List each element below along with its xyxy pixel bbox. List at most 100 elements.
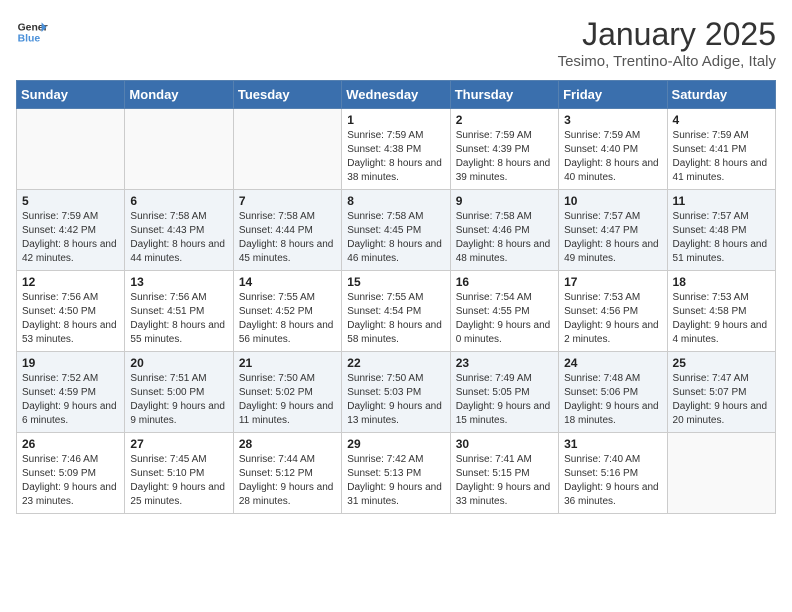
calendar-cell: 19 Sunrise: 7:52 AM Sunset: 4:59 PM Dayli… xyxy=(17,352,125,433)
calendar-cell: 10 Sunrise: 7:57 AM Sunset: 4:47 PM Dayli… xyxy=(559,190,667,271)
calendar-cell: 23 Sunrise: 7:49 AM Sunset: 5:05 PM Dayli… xyxy=(450,352,558,433)
day-info: Sunrise: 7:57 AM Sunset: 4:47 PM Dayligh… xyxy=(564,210,661,266)
day-info: Sunrise: 7:54 AM Sunset: 4:55 PM Dayligh… xyxy=(456,291,553,347)
day-info: Sunrise: 7:55 AM Sunset: 4:52 PM Dayligh… xyxy=(239,291,336,347)
week-row-3: 12 Sunrise: 7:56 AM Sunset: 4:50 PM Dayli… xyxy=(17,271,776,352)
calendar-cell: 24 Sunrise: 7:48 AM Sunset: 5:06 PM Dayli… xyxy=(559,352,667,433)
day-info: Sunrise: 7:53 AM Sunset: 4:58 PM Dayligh… xyxy=(673,291,770,347)
calendar-cell: 6Sunrise: 7:58 AM Sunset: 4:43 PM Daylig… xyxy=(125,190,233,271)
day-number: 15 xyxy=(347,275,444,289)
day-number: 21 xyxy=(239,356,336,370)
calendar-cell xyxy=(125,109,233,190)
calendar-cell: 22 Sunrise: 7:50 AM Sunset: 5:03 PM Dayli… xyxy=(342,352,450,433)
day-number: 24 xyxy=(564,356,661,370)
day-number: 4 xyxy=(673,113,770,127)
day-number: 11 xyxy=(673,194,770,208)
calendar-cell: 7 Sunrise: 7:58 AM Sunset: 4:44 PM Daylig… xyxy=(233,190,341,271)
day-info: Sunrise: 7:58 AM Sunset: 4:45 PM Dayligh… xyxy=(347,210,444,266)
day-number: 16 xyxy=(456,275,553,289)
day-info: Sunrise: 7:46 AM Sunset: 5:09 PM Dayligh… xyxy=(22,453,119,509)
day-info: Sunrise: 7:45 AM Sunset: 5:10 PM Dayligh… xyxy=(130,453,227,509)
calendar-cell: 4Sunrise: 7:59 AM Sunset: 4:41 PM Daylig… xyxy=(667,109,775,190)
calendar-cell: 12 Sunrise: 7:56 AM Sunset: 4:50 PM Dayli… xyxy=(17,271,125,352)
weekday-header-monday: Monday xyxy=(125,81,233,109)
day-number: 9 xyxy=(456,194,553,208)
calendar-cell: 28 Sunrise: 7:44 AM Sunset: 5:12 PM Dayli… xyxy=(233,433,341,514)
weekday-header-sunday: Sunday xyxy=(17,81,125,109)
day-info: Sunrise: 7:42 AM Sunset: 5:13 PM Dayligh… xyxy=(347,453,444,509)
month-year-title: January 2025 xyxy=(558,16,776,53)
calendar-cell: 25Sunrise: 7:47 AM Sunset: 5:07 PM Dayli… xyxy=(667,352,775,433)
day-number: 18 xyxy=(673,275,770,289)
day-number: 12 xyxy=(22,275,119,289)
day-number: 2 xyxy=(456,113,553,127)
week-row-1: 1 Sunrise: 7:59 AM Sunset: 4:38 PM Daylig… xyxy=(17,109,776,190)
day-info: Sunrise: 7:56 AM Sunset: 4:50 PM Dayligh… xyxy=(22,291,119,347)
day-info: Sunrise: 7:40 AM Sunset: 5:16 PM Dayligh… xyxy=(564,453,661,509)
day-info: Sunrise: 7:58 AM Sunset: 4:46 PM Dayligh… xyxy=(456,210,553,266)
week-row-4: 19 Sunrise: 7:52 AM Sunset: 4:59 PM Dayli… xyxy=(17,352,776,433)
calendar-cell: 14 Sunrise: 7:55 AM Sunset: 4:52 PM Dayli… xyxy=(233,271,341,352)
calendar-cell: 26Sunrise: 7:46 AM Sunset: 5:09 PM Dayli… xyxy=(17,433,125,514)
week-row-5: 26Sunrise: 7:46 AM Sunset: 5:09 PM Dayli… xyxy=(17,433,776,514)
day-number: 19 xyxy=(22,356,119,370)
day-info: Sunrise: 7:49 AM Sunset: 5:05 PM Dayligh… xyxy=(456,372,553,428)
day-number: 23 xyxy=(456,356,553,370)
day-info: Sunrise: 7:56 AM Sunset: 4:51 PM Dayligh… xyxy=(130,291,227,347)
calendar-cell: 5Sunrise: 7:59 AM Sunset: 4:42 PM Daylig… xyxy=(17,190,125,271)
calendar-cell xyxy=(233,109,341,190)
day-number: 31 xyxy=(564,437,661,451)
weekday-header-wednesday: Wednesday xyxy=(342,81,450,109)
day-number: 22 xyxy=(347,356,444,370)
day-info: Sunrise: 7:47 AM Sunset: 5:07 PM Dayligh… xyxy=(673,372,770,428)
calendar-cell: 9 Sunrise: 7:58 AM Sunset: 4:46 PM Daylig… xyxy=(450,190,558,271)
title-block: January 2025 Tesimo, Trentino-Alto Adige… xyxy=(558,16,776,70)
calendar-cell: 2 Sunrise: 7:59 AM Sunset: 4:39 PM Daylig… xyxy=(450,109,558,190)
day-info: Sunrise: 7:44 AM Sunset: 5:12 PM Dayligh… xyxy=(239,453,336,509)
day-info: Sunrise: 7:48 AM Sunset: 5:06 PM Dayligh… xyxy=(564,372,661,428)
day-number: 10 xyxy=(564,194,661,208)
calendar-cell: 3Sunrise: 7:59 AM Sunset: 4:40 PM Daylig… xyxy=(559,109,667,190)
weekday-header-friday: Friday xyxy=(559,81,667,109)
day-number: 14 xyxy=(239,275,336,289)
calendar-cell: 31 Sunrise: 7:40 AM Sunset: 5:16 PM Dayli… xyxy=(559,433,667,514)
logo-icon: General Blue xyxy=(16,16,48,48)
day-info: Sunrise: 7:59 AM Sunset: 4:39 PM Dayligh… xyxy=(456,129,553,185)
day-info: Sunrise: 7:50 AM Sunset: 5:03 PM Dayligh… xyxy=(347,372,444,428)
day-info: Sunrise: 7:51 AM Sunset: 5:00 PM Dayligh… xyxy=(130,372,227,428)
calendar-cell: 17Sunrise: 7:53 AM Sunset: 4:56 PM Dayli… xyxy=(559,271,667,352)
calendar-cell: 11 Sunrise: 7:57 AM Sunset: 4:48 PM Dayli… xyxy=(667,190,775,271)
location-subtitle: Tesimo, Trentino-Alto Adige, Italy xyxy=(558,53,776,70)
day-info: Sunrise: 7:41 AM Sunset: 5:15 PM Dayligh… xyxy=(456,453,553,509)
calendar-cell xyxy=(667,433,775,514)
calendar-cell: 13 Sunrise: 7:56 AM Sunset: 4:51 PM Dayli… xyxy=(125,271,233,352)
calendar-cell xyxy=(17,109,125,190)
calendar-cell: 15 Sunrise: 7:55 AM Sunset: 4:54 PM Dayli… xyxy=(342,271,450,352)
day-info: Sunrise: 7:59 AM Sunset: 4:38 PM Dayligh… xyxy=(347,129,444,185)
day-info: Sunrise: 7:58 AM Sunset: 4:44 PM Dayligh… xyxy=(239,210,336,266)
weekday-header-thursday: Thursday xyxy=(450,81,558,109)
day-info: Sunrise: 7:53 AM Sunset: 4:56 PM Dayligh… xyxy=(564,291,661,347)
weekday-header-saturday: Saturday xyxy=(667,81,775,109)
day-number: 7 xyxy=(239,194,336,208)
day-info: Sunrise: 7:57 AM Sunset: 4:48 PM Dayligh… xyxy=(673,210,770,266)
day-number: 30 xyxy=(456,437,553,451)
day-number: 29 xyxy=(347,437,444,451)
day-number: 13 xyxy=(130,275,227,289)
calendar-cell: 20Sunrise: 7:51 AM Sunset: 5:00 PM Dayli… xyxy=(125,352,233,433)
day-number: 5 xyxy=(22,194,119,208)
calendar-cell: 21 Sunrise: 7:50 AM Sunset: 5:02 PM Dayli… xyxy=(233,352,341,433)
svg-text:Blue: Blue xyxy=(18,34,41,45)
day-number: 28 xyxy=(239,437,336,451)
day-number: 1 xyxy=(347,113,444,127)
day-info: Sunrise: 7:55 AM Sunset: 4:54 PM Dayligh… xyxy=(347,291,444,347)
day-info: Sunrise: 7:52 AM Sunset: 4:59 PM Dayligh… xyxy=(22,372,119,428)
weekday-header-row: SundayMondayTuesdayWednesdayThursdayFrid… xyxy=(17,81,776,109)
calendar-table: SundayMondayTuesdayWednesdayThursdayFrid… xyxy=(16,80,776,514)
calendar-cell: 29 Sunrise: 7:42 AM Sunset: 5:13 PM Dayli… xyxy=(342,433,450,514)
page-header: General Blue January 2025 Tesimo, Trenti… xyxy=(16,16,776,70)
calendar-cell: 16 Sunrise: 7:54 AM Sunset: 4:55 PM Dayli… xyxy=(450,271,558,352)
calendar-cell: 1 Sunrise: 7:59 AM Sunset: 4:38 PM Daylig… xyxy=(342,109,450,190)
day-number: 6 xyxy=(130,194,227,208)
day-info: Sunrise: 7:50 AM Sunset: 5:02 PM Dayligh… xyxy=(239,372,336,428)
